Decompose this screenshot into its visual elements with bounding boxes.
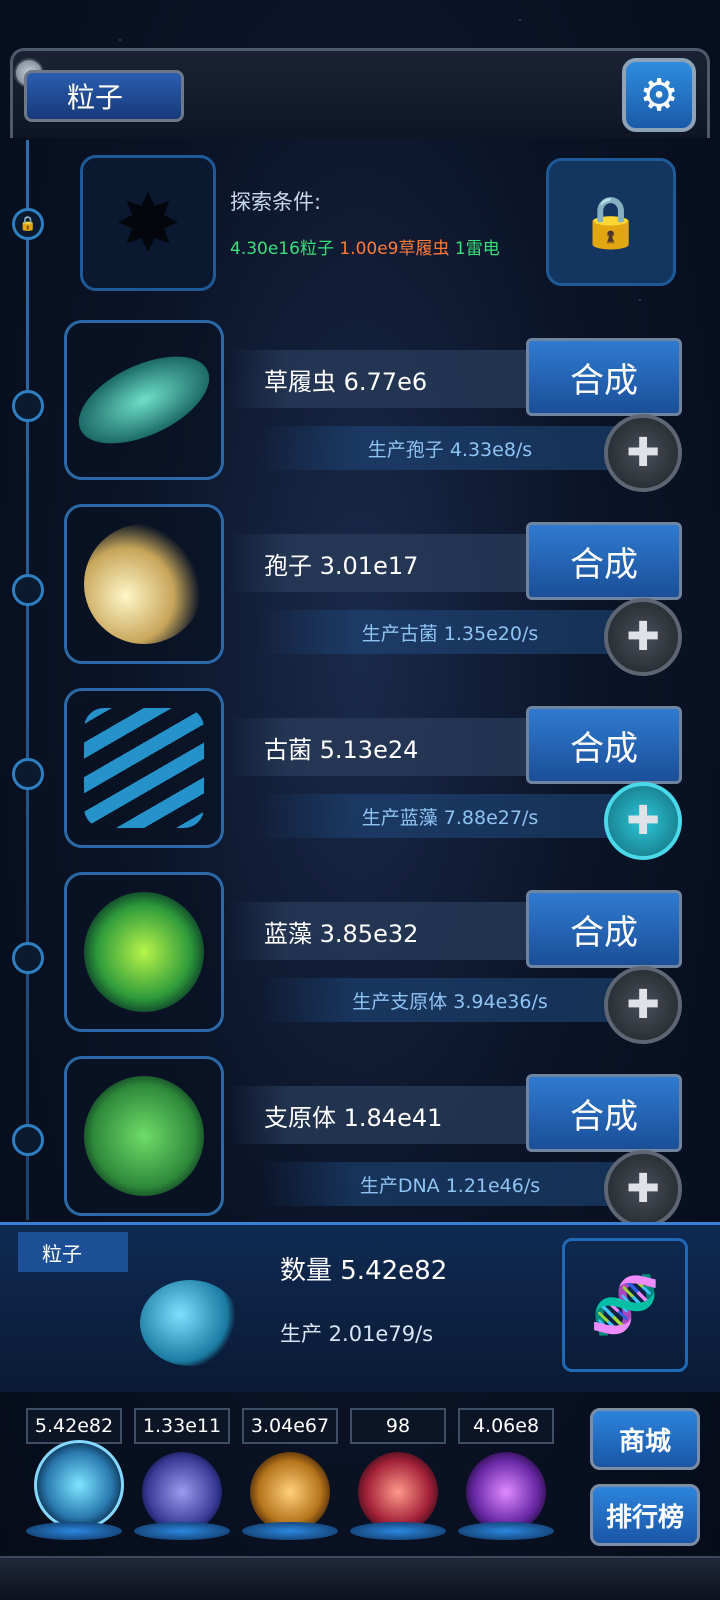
production-rate: 生产孢子 4.33e8/s bbox=[260, 426, 640, 470]
orb-pedestal bbox=[242, 1522, 338, 1540]
creature-name: 草履虫 6.77e6 bbox=[228, 350, 528, 408]
resource-value: 3.04e67 bbox=[242, 1408, 338, 1444]
track-node bbox=[12, 1124, 44, 1156]
resource-value: 1.33e11 bbox=[134, 1408, 230, 1444]
condition-item: 1.00e9草履虫 bbox=[339, 239, 450, 259]
plus-icon: ✚ bbox=[626, 982, 660, 1028]
footer-strip bbox=[0, 1556, 720, 1600]
track-node bbox=[12, 942, 44, 974]
creature-thumbnail bbox=[64, 1056, 224, 1216]
creature-name: 支原体 1.84e41 bbox=[228, 1086, 528, 1144]
creature-row: 古菌 5.13e24 合成 生产蓝藻 7.88e27/s ✚ bbox=[60, 688, 700, 860]
synthesize-button[interactable]: 合成 bbox=[526, 522, 682, 600]
paramecium-icon bbox=[65, 338, 223, 462]
brain-orb-button[interactable] bbox=[358, 1452, 438, 1532]
mycoplasma-icon bbox=[84, 1076, 204, 1196]
vortex-orb-button[interactable] bbox=[466, 1452, 546, 1532]
resource-value: 5.42e82 bbox=[26, 1408, 122, 1444]
add-button[interactable]: ✚ bbox=[604, 1150, 682, 1228]
particle-orb-button[interactable] bbox=[34, 1440, 124, 1530]
shop-button[interactable]: 商城 bbox=[590, 1408, 700, 1470]
archaea-icon bbox=[84, 708, 204, 828]
galaxy-orb-button[interactable] bbox=[250, 1452, 330, 1532]
cyanobacteria-icon bbox=[84, 892, 204, 1012]
resource-value: 98 bbox=[350, 1408, 446, 1444]
dna-icon[interactable]: 🧬 bbox=[562, 1238, 688, 1372]
creature-row: 草履虫 6.77e6 合成 生产孢子 4.33e8/s ✚ bbox=[60, 320, 700, 492]
page-title: 粒子 bbox=[24, 70, 184, 122]
particle-icon bbox=[140, 1280, 240, 1366]
locked-button[interactable]: 🔒 bbox=[546, 158, 676, 286]
plus-icon: ✚ bbox=[626, 798, 660, 844]
track-node bbox=[12, 758, 44, 790]
explore-condition-label: 探索条件: bbox=[230, 190, 322, 214]
plus-icon: ✚ bbox=[626, 430, 660, 476]
unknown-creature-icon: ✸ bbox=[80, 155, 216, 291]
track-node bbox=[12, 574, 44, 606]
orb-pedestal bbox=[26, 1522, 122, 1540]
creature-thumbnail bbox=[64, 504, 224, 664]
synthesize-button[interactable]: 合成 bbox=[526, 890, 682, 968]
leaderboard-button[interactable]: 排行榜 bbox=[590, 1484, 700, 1546]
plus-icon: ✚ bbox=[626, 614, 660, 660]
creature-row: 孢子 3.01e17 合成 生产古菌 1.35e20/s ✚ bbox=[60, 504, 700, 676]
add-button[interactable]: ✚ bbox=[604, 414, 682, 492]
lightning-orb-button[interactable] bbox=[142, 1452, 222, 1532]
add-button-active[interactable]: ✚ bbox=[604, 782, 682, 860]
particle-count: 数量 5.42e82 bbox=[280, 1256, 448, 1286]
lock-node-icon: 🔒 bbox=[12, 208, 44, 240]
panel-tab-label: 粒子 bbox=[18, 1232, 128, 1272]
orb-pedestal bbox=[134, 1522, 230, 1540]
spore-icon bbox=[84, 524, 204, 644]
add-button[interactable]: ✚ bbox=[604, 966, 682, 1044]
production-rate: 生产古菌 1.35e20/s bbox=[260, 610, 640, 654]
synthesize-button[interactable]: 合成 bbox=[526, 706, 682, 784]
synthesize-button[interactable]: 合成 bbox=[526, 338, 682, 416]
add-button[interactable]: ✚ bbox=[604, 598, 682, 676]
gear-icon: ⚙ bbox=[639, 69, 679, 121]
condition-item: 1雷电 bbox=[454, 239, 500, 259]
creature-row: 蓝藻 3.85e32 合成 生产支原体 3.94e36/s ✚ bbox=[60, 872, 700, 1044]
condition-item: 4.30e16粒子 bbox=[230, 239, 334, 259]
creature-row: 支原体 1.84e41 合成 生产DNA 1.21e46/s ✚ bbox=[60, 1056, 700, 1228]
creature-name: 孢子 3.01e17 bbox=[228, 534, 528, 592]
plus-icon: ✚ bbox=[626, 1166, 660, 1212]
settings-button[interactable]: ⚙ bbox=[622, 58, 696, 132]
lock-icon: 🔒 bbox=[579, 192, 643, 251]
creature-thumbnail bbox=[64, 872, 224, 1032]
orb-pedestal bbox=[350, 1522, 446, 1540]
creature-thumbnail bbox=[64, 688, 224, 848]
track-node bbox=[12, 390, 44, 422]
production-rate: 生产蓝藻 7.88e27/s bbox=[260, 794, 640, 838]
side-track bbox=[26, 140, 29, 1220]
creature-name: 古菌 5.13e24 bbox=[228, 718, 528, 776]
production-rate: 生产支原体 3.94e36/s bbox=[260, 978, 640, 1022]
creature-name: 蓝藻 3.85e32 bbox=[228, 902, 528, 960]
orb-pedestal bbox=[458, 1522, 554, 1540]
creature-thumbnail bbox=[64, 320, 224, 480]
synthesize-button[interactable]: 合成 bbox=[526, 1074, 682, 1152]
resource-bar: 5.42e82 1.33e11 3.04e67 98 4.06e8 bbox=[20, 1400, 554, 1550]
resource-value: 4.06e8 bbox=[458, 1408, 554, 1444]
particle-production: 生产 2.01e79/s bbox=[280, 1322, 434, 1346]
explore-conditions: 4.30e16粒子 1.00e9草履虫 1雷电 bbox=[230, 234, 500, 259]
production-rate: 生产DNA 1.21e46/s bbox=[260, 1162, 640, 1206]
locked-creature-row: ✸ 探索条件: 4.30e16粒子 1.00e9草履虫 1雷电 🔒 bbox=[80, 150, 680, 295]
